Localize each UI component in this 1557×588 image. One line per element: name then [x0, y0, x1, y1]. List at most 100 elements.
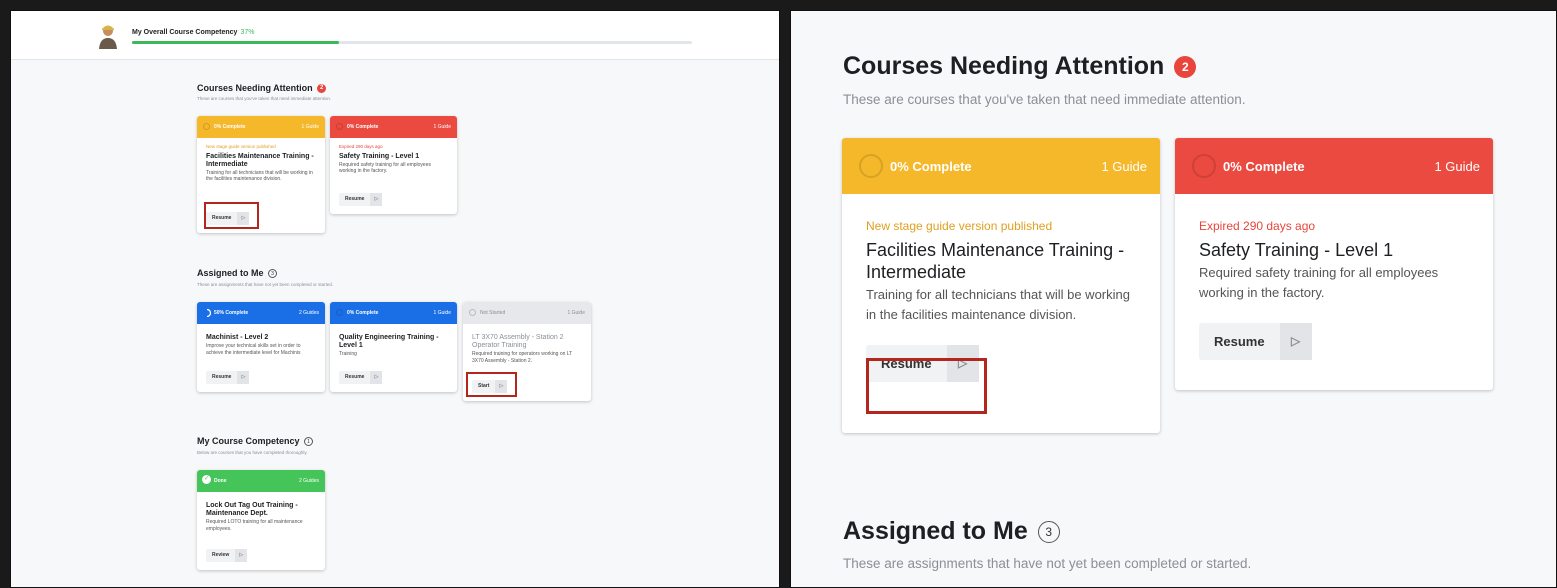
attention-section-description: These are courses that you've taken that… — [843, 92, 1246, 107]
competency-section-description: Below are courses that you have complete… — [197, 450, 308, 455]
card-header: 0% Complete 1 Guide — [842, 138, 1160, 194]
progress-ring-icon — [336, 123, 343, 130]
card-status: 0% Complete — [214, 124, 246, 130]
competency-title-text: My Course Competency — [197, 436, 300, 446]
resume-button[interactable]: Resume ▷ — [339, 193, 383, 206]
course-card-machinist[interactable]: 50% Complete 2 Guides Machinist - Level … — [197, 302, 325, 392]
competency-count-badge: 1 — [304, 437, 314, 447]
attention-title-text: Courses Needing Attention — [843, 52, 1165, 80]
assigned-count-badge: 3 — [1037, 521, 1060, 544]
card-guide-count: 1 Guide — [433, 124, 451, 130]
check-icon: ✓ — [202, 475, 211, 484]
card-guide-count: 1 Guide — [1434, 159, 1480, 174]
course-card-safety[interactable]: 0% Complete 1 Guide Expired 290 days ago… — [1175, 138, 1493, 390]
progress-ring-icon — [859, 154, 883, 178]
progress-ring-icon — [469, 309, 476, 316]
assigned-section-title-large: Assigned to Me 3 — [843, 517, 1060, 546]
card-guide-count: 2 Guides — [298, 478, 319, 484]
card-status: Done — [214, 478, 227, 484]
card-status: Not Started — [480, 310, 506, 316]
card-title: Quality Engineering Training - Level 1 — [339, 334, 439, 349]
course-card-quality[interactable]: 0% Complete 1 Guide Quality Engineering … — [330, 302, 457, 392]
resume-button-label: Resume — [345, 196, 365, 202]
card-description: Required safety training for all employe… — [339, 161, 431, 175]
card-title: Machinist - Level 2 — [206, 334, 269, 341]
overall-progress-bar — [132, 41, 692, 44]
resume-button[interactable]: Resume ▷ — [1199, 323, 1312, 360]
top-bar: My Overall Course Competency 37% — [11, 11, 779, 60]
card-note: Expired 290 days ago — [1199, 219, 1316, 233]
attention-count-badge: 2 — [317, 84, 327, 94]
card-status: 0% Complete — [1223, 159, 1305, 174]
card-header: 0% Complete 1 Guide — [197, 116, 325, 138]
card-guide-count: 1 Guide — [1101, 159, 1147, 174]
card-header: 50% Complete 2 Guides — [197, 302, 325, 324]
card-title: Safety Training - Level 1 — [1199, 240, 1394, 260]
overall-competency-title: My Overall Course Competency 37% — [132, 29, 254, 36]
overall-competency-percent: 37% — [240, 29, 255, 36]
assigned-title-text: Assigned to Me — [843, 517, 1028, 545]
card-status: 50% Complete — [214, 310, 249, 316]
card-note: New stage guide version published — [206, 144, 276, 149]
card-guide-count: 1 Guide — [433, 310, 451, 316]
card-header: 0% Complete 1 Guide — [330, 116, 457, 138]
resume-button-label: Resume — [1214, 334, 1265, 349]
card-description: Required LOTO training for all maintenan… — [206, 519, 303, 532]
attention-section-title-large: Courses Needing Attention 2 — [843, 52, 1197, 81]
dashboard-overview-panel: My Overall Course Competency 37% Courses … — [10, 10, 780, 588]
play-icon: ▷ — [370, 193, 383, 206]
resume-highlight-box — [866, 358, 987, 414]
progress-ring-icon — [336, 309, 343, 316]
progress-ring-icon — [1192, 154, 1216, 178]
competency-section-title: My Course Competency 1 — [197, 436, 314, 447]
assigned-section-description: These are assignments that have not yet … — [843, 556, 1252, 571]
card-note: New stage guide version published — [866, 219, 1053, 233]
attention-section-description: These are courses that you've taken that… — [197, 96, 332, 101]
card-description: Improve your technical skills set in ord… — [206, 343, 301, 356]
assigned-title-text: Assigned to Me — [197, 268, 264, 278]
card-note: Expired 290 days ago — [339, 144, 383, 149]
card-guide-count: 1 Guide — [567, 310, 585, 316]
card-header: ✓ Done 2 Guides — [197, 470, 325, 492]
card-description: Required safety training for all employe… — [1199, 265, 1439, 300]
play-icon: ▷ — [370, 371, 383, 384]
user-avatar[interactable] — [97, 23, 119, 49]
start-highlight-box — [466, 372, 517, 397]
half-progress-icon — [206, 309, 211, 317]
attention-section-title: Courses Needing Attention 2 — [197, 83, 327, 94]
card-title: Safety Training - Level 1 — [339, 152, 420, 160]
resume-button-label: Resume — [212, 374, 232, 380]
course-card-loto[interactable]: ✓ Done 2 Guides Lock Out Tag Out Trainin… — [197, 470, 325, 570]
resume-button[interactable]: Resume ▷ — [206, 371, 250, 384]
card-title: Lock Out Tag Out Training - Maintenance … — [206, 502, 298, 517]
overall-competency-label: My Overall Course Competency — [132, 29, 238, 36]
card-description: Training — [339, 351, 357, 357]
card-title: Facilities Maintenance Training - Interm… — [866, 240, 1125, 282]
card-description: Training for all technicians that will b… — [206, 169, 313, 183]
card-title: Facilities Maintenance Training - Interm… — [206, 152, 314, 168]
card-header: 0% Complete 1 Guide — [1175, 138, 1493, 194]
resume-button[interactable]: Resume ▷ — [339, 371, 383, 384]
card-header: 0% Complete 1 Guide — [330, 302, 457, 324]
play-icon: ▷ — [235, 549, 248, 562]
overall-progress-fill — [132, 41, 340, 44]
play-icon: ▷ — [1279, 323, 1312, 360]
card-status: 0% Complete — [347, 124, 379, 130]
course-card-safety-small[interactable]: 0% Complete 1 Guide Expired 290 days ago… — [330, 116, 457, 214]
attention-detail-panel: Courses Needing Attention 2 These are co… — [790, 10, 1557, 588]
card-title: LT 3X70 Assembly - Station 2 Operator Tr… — [472, 334, 564, 349]
card-description: Training for all technicians that will b… — [866, 287, 1130, 322]
progress-ring-icon — [203, 123, 210, 130]
card-header: Not Started 1 Guide — [463, 302, 591, 324]
card-guide-count: 2 Guides — [298, 310, 319, 316]
play-icon: ▷ — [237, 371, 250, 384]
assigned-section-title: Assigned to Me 3 — [197, 268, 278, 279]
review-button[interactable]: Review ▷ — [206, 549, 248, 562]
review-button-label: Review — [212, 552, 230, 558]
resume-highlight-box — [204, 202, 259, 229]
card-status: 0% Complete — [890, 159, 972, 174]
card-description: Required training for operators working … — [472, 351, 573, 364]
attention-count-badge: 2 — [1174, 56, 1197, 79]
card-guide-count: 1 Guide — [301, 124, 319, 130]
card-status: 0% Complete — [347, 310, 379, 316]
